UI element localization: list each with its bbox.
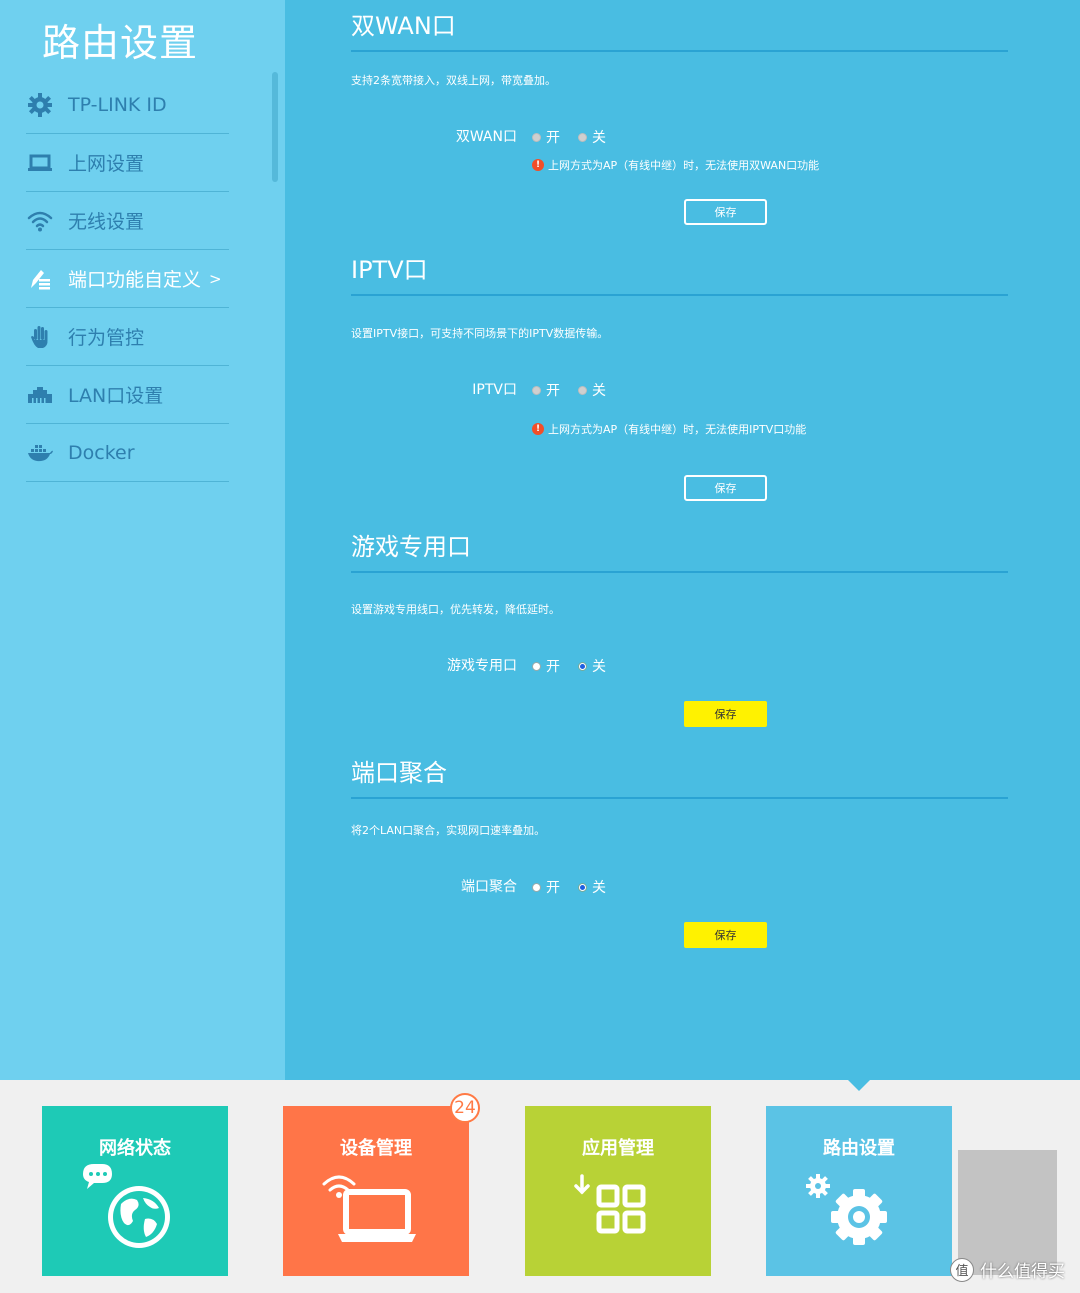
watermark-logo-icon: 值 bbox=[950, 1257, 974, 1282]
sidebar-item-wireless[interactable]: 无线设置 bbox=[26, 192, 229, 250]
port-aggregation-on-radio[interactable]: 开 bbox=[532, 877, 560, 897]
port-aggregation-save-button[interactable]: 保存 bbox=[684, 922, 767, 948]
section-dual-wan: 双WAN口 支持2条宽带接入，双线上网，带宽叠加。 双WAN口 开 关 ! 上网… bbox=[351, 8, 1008, 238]
radio-label: 开 bbox=[546, 659, 560, 675]
warning-text: 上网方式为AP（有线中继）时，无法使用IPTV口功能 bbox=[548, 423, 807, 436]
section-title: 游戏专用口 bbox=[351, 533, 471, 561]
sidebar-item-label: LAN口设置 bbox=[68, 385, 164, 407]
tab-router-settings[interactable]: 路由设置 bbox=[766, 1106, 952, 1276]
section-title: 端口聚合 bbox=[351, 759, 447, 787]
settings-gears-icon bbox=[806, 1174, 887, 1245]
radio-label: 关 bbox=[592, 130, 606, 146]
sidebar-item-lan[interactable]: LAN口设置 bbox=[26, 366, 229, 424]
section-divider bbox=[351, 50, 1008, 52]
main-content: 双WAN口 支持2条宽带接入，双线上网，带宽叠加。 双WAN口 开 关 ! 上网… bbox=[285, 0, 1080, 1080]
dual-wan-save-button[interactable]: 保存 bbox=[684, 199, 767, 225]
sidebar-title: 路由设置 bbox=[42, 21, 199, 65]
iptv-save-button[interactable]: 保存 bbox=[684, 475, 767, 501]
field-label: IPTV口 bbox=[472, 382, 517, 398]
sidebar-item-label: TP-LINK ID bbox=[68, 93, 167, 116]
field-label: 游戏专用口 bbox=[447, 658, 517, 674]
gear-icon bbox=[26, 91, 54, 119]
game-port-field: 游戏专用口 开 关 bbox=[351, 656, 1008, 676]
iptv-on-radio[interactable]: 开 bbox=[532, 380, 560, 400]
sidebar-item-tplink-id[interactable]: TP-LINK ID bbox=[26, 76, 229, 134]
sidebar-item-label: 无线设置 bbox=[68, 211, 145, 233]
game-port-on-radio[interactable]: 开 bbox=[532, 656, 560, 676]
field-label: 端口聚合 bbox=[461, 879, 517, 895]
section-divider bbox=[351, 571, 1008, 573]
section-description: 设置游戏专用线口，优先转发，降低延时。 bbox=[351, 603, 560, 616]
section-description: 设置IPTV接口，可支持不同场景下的IPTV数据传输。 bbox=[351, 327, 609, 340]
section-divider bbox=[351, 797, 1008, 799]
device-count-badge: 24 bbox=[450, 1093, 480, 1123]
radio-label: 开 bbox=[546, 130, 560, 146]
sidebar-item-docker[interactable]: Docker bbox=[26, 424, 229, 482]
iptv-off-radio[interactable]: 关 bbox=[578, 380, 606, 400]
watermark-text: 什么值得买 bbox=[980, 1262, 1065, 1282]
game-port-off-radio[interactable]: 关 bbox=[578, 656, 606, 676]
radio-label: 开 bbox=[546, 383, 560, 399]
section-game-port: 游戏专用口 设置游戏专用线口，优先转发，降低延时。 游戏专用口 开 关 保存 bbox=[351, 529, 1008, 739]
iptv-field: IPTV口 开 关 bbox=[351, 380, 1008, 400]
tab-app-management[interactable]: 应用管理 bbox=[525, 1106, 711, 1276]
warning-text: 上网方式为AP（有线中继）时，无法使用双WAN口功能 bbox=[548, 159, 820, 172]
section-port-aggregation: 端口聚合 将2个LAN口聚合，实现网口速率叠加。 端口聚合 开 关 保存 bbox=[351, 755, 1008, 965]
section-iptv: IPTV口 设置IPTV接口，可支持不同场景下的IPTV数据传输。 IPTV口 … bbox=[351, 252, 1008, 512]
sidebar-item-behavior-control[interactable]: 行为管控 bbox=[26, 308, 229, 366]
warning-icon: ! bbox=[532, 159, 544, 171]
game-port-save-button[interactable]: 保存 bbox=[684, 701, 767, 727]
chevron-right-icon: > bbox=[209, 269, 222, 288]
active-tab-pointer bbox=[848, 1080, 870, 1091]
warning-icon: ! bbox=[532, 423, 544, 435]
sidebar-scrollbar[interactable] bbox=[272, 72, 278, 182]
field-label: 双WAN口 bbox=[455, 129, 517, 145]
tab-device-management[interactable]: 设备管理 bbox=[283, 1106, 469, 1276]
section-description: 支持2条宽带接入，双线上网，带宽叠加。 bbox=[351, 74, 556, 87]
port-aggregation-off-radio[interactable]: 关 bbox=[578, 877, 606, 897]
radio-label: 关 bbox=[592, 880, 606, 896]
section-divider bbox=[351, 294, 1008, 296]
docker-whale-icon bbox=[26, 439, 54, 467]
ethernet-port-icon bbox=[26, 381, 54, 409]
sidebar-item-label: Docker bbox=[68, 441, 135, 464]
sidebar-item-port-custom[interactable]: 端口功能自定义 > bbox=[26, 250, 229, 308]
dual-wan-on-radio[interactable]: 开 bbox=[532, 127, 560, 147]
laptop-wifi-icon bbox=[322, 1175, 416, 1242]
port-aggregation-field: 端口聚合 开 关 bbox=[351, 877, 1008, 897]
radio-label: 关 bbox=[592, 383, 606, 399]
sidebar-item-internet[interactable]: 上网设置 bbox=[26, 134, 229, 192]
sidebar: 路由设置 TP-LINK ID 上网设置 无线设置 端口功能自定义 > 行为管控… bbox=[0, 0, 285, 1080]
dual-wan-warning: ! 上网方式为AP（有线中继）时，无法使用双WAN口功能 bbox=[532, 157, 819, 173]
section-title: IPTV口 bbox=[351, 256, 428, 284]
hand-icon bbox=[26, 323, 54, 351]
sidebar-menu: TP-LINK ID 上网设置 无线设置 端口功能自定义 > 行为管控 LAN口… bbox=[26, 76, 229, 482]
sidebar-item-label: 行为管控 bbox=[68, 327, 145, 349]
iptv-warning: ! 上网方式为AP（有线中继）时，无法使用IPTV口功能 bbox=[532, 421, 806, 437]
radio-label: 关 bbox=[592, 659, 606, 675]
section-description: 将2个LAN口聚合，实现网口速率叠加。 bbox=[351, 824, 546, 837]
globe-chat-icon bbox=[83, 1164, 170, 1248]
tab-network-status[interactable]: 网络状态 bbox=[42, 1106, 228, 1276]
section-title: 双WAN口 bbox=[351, 12, 456, 40]
watermark: 值 什么值得买 bbox=[950, 1257, 1065, 1282]
app-grid-icon bbox=[574, 1174, 646, 1234]
wifi-icon bbox=[26, 207, 54, 235]
edit-list-icon bbox=[26, 265, 54, 293]
radio-label: 开 bbox=[546, 880, 560, 896]
dual-wan-field: 双WAN口 开 关 bbox=[351, 127, 1008, 147]
sidebar-item-label: 上网设置 bbox=[68, 153, 145, 175]
laptop-icon bbox=[26, 149, 54, 177]
dual-wan-off-radio[interactable]: 关 bbox=[578, 127, 606, 147]
sidebar-item-label: 端口功能自定义 bbox=[68, 269, 202, 291]
